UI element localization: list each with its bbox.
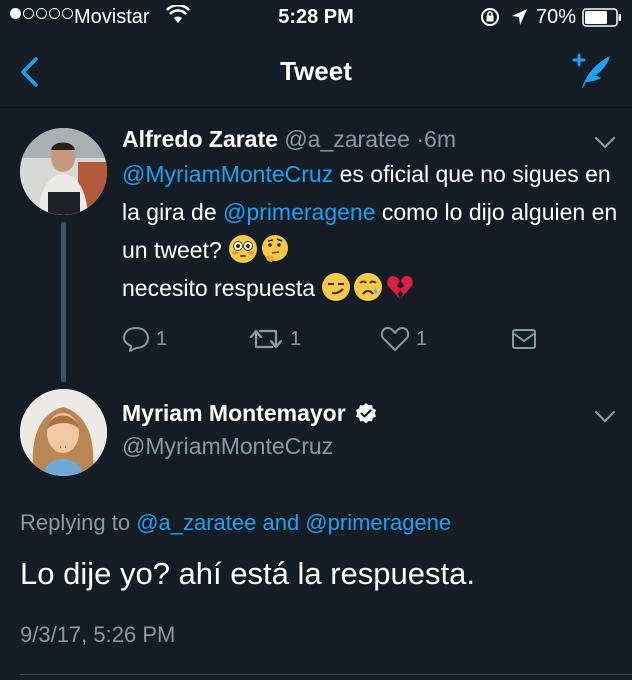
replying-to-line: Replying to @a_zaratee and @primeragene bbox=[20, 510, 451, 536]
broken-heart-emoji-icon bbox=[387, 276, 414, 299]
author-handle[interactable]: @a_zaratee bbox=[284, 126, 410, 152]
divider bbox=[20, 674, 632, 675]
tweet-body: Lo dije yo? ahí está la respuesta. bbox=[20, 556, 475, 591]
author-name[interactable]: Myriam Montemayor bbox=[122, 400, 346, 427]
tweet-author-line: Alfredo Zarate @a_zaratee ·6m bbox=[122, 126, 456, 153]
author-name[interactable]: Alfredo Zarate bbox=[122, 126, 278, 152]
retweet-icon bbox=[249, 329, 283, 349]
chevron-down-icon[interactable] bbox=[594, 136, 616, 150]
like-icon bbox=[380, 327, 410, 351]
battery-percent: 70% bbox=[536, 6, 577, 28]
reply-button[interactable]: 1 bbox=[122, 322, 167, 356]
direct-message-button[interactable] bbox=[510, 322, 538, 356]
replying-to-prefix: Replying to bbox=[20, 510, 137, 535]
like-count: 1 bbox=[416, 327, 428, 350]
author-handle[interactable]: @MyriamMonteCruz bbox=[122, 433, 333, 460]
thread-connector bbox=[61, 222, 66, 382]
mention-link[interactable]: @primeragene bbox=[223, 199, 375, 225]
tweet-actions: 1 1 1 bbox=[122, 322, 542, 356]
chevron-down-icon[interactable] bbox=[594, 410, 616, 424]
retweet-button[interactable]: 1 bbox=[248, 322, 301, 356]
retweet-count: 1 bbox=[290, 327, 302, 350]
reply-count: 1 bbox=[156, 327, 168, 350]
location-arrow-icon bbox=[512, 9, 527, 25]
like-button[interactable]: 1 bbox=[380, 322, 427, 356]
verified-badge-icon bbox=[355, 402, 376, 423]
author-name-row: Myriam Montemayor bbox=[122, 400, 378, 427]
reply-icon bbox=[123, 327, 149, 352]
thinking-face-emoji-icon bbox=[262, 235, 289, 262]
page-title: Tweet bbox=[280, 56, 352, 86]
tweet-text-segment: necesito respuesta bbox=[122, 275, 322, 301]
status-bar: Movistar 5:28 PM 70% bbox=[0, 0, 632, 36]
dm-icon bbox=[512, 329, 536, 349]
battery-icon bbox=[582, 8, 621, 27]
tweet-time: 6m bbox=[424, 126, 456, 152]
crying-face-emoji-icon bbox=[354, 273, 383, 301]
separator: · bbox=[416, 126, 425, 152]
tweet-body: @MyriamMonteCruz es oficial que no sigue… bbox=[122, 155, 622, 307]
rotation-lock-icon bbox=[481, 8, 499, 26]
mention-link[interactable]: @MyriamMonteCruz bbox=[122, 161, 333, 187]
avatar[interactable] bbox=[20, 128, 107, 215]
tweet-timestamp: 9/3/17, 5:26 PM bbox=[20, 622, 176, 647]
compose-tweet-icon[interactable] bbox=[568, 50, 614, 92]
flushed-face-emoji-icon bbox=[229, 235, 258, 263]
smirking-face-emoji-icon bbox=[322, 273, 351, 301]
avatar[interactable] bbox=[20, 389, 107, 476]
navigation-bar: Tweet bbox=[0, 36, 632, 108]
replying-to-users-link[interactable]: @a_zaratee and @primeragene bbox=[136, 510, 451, 535]
